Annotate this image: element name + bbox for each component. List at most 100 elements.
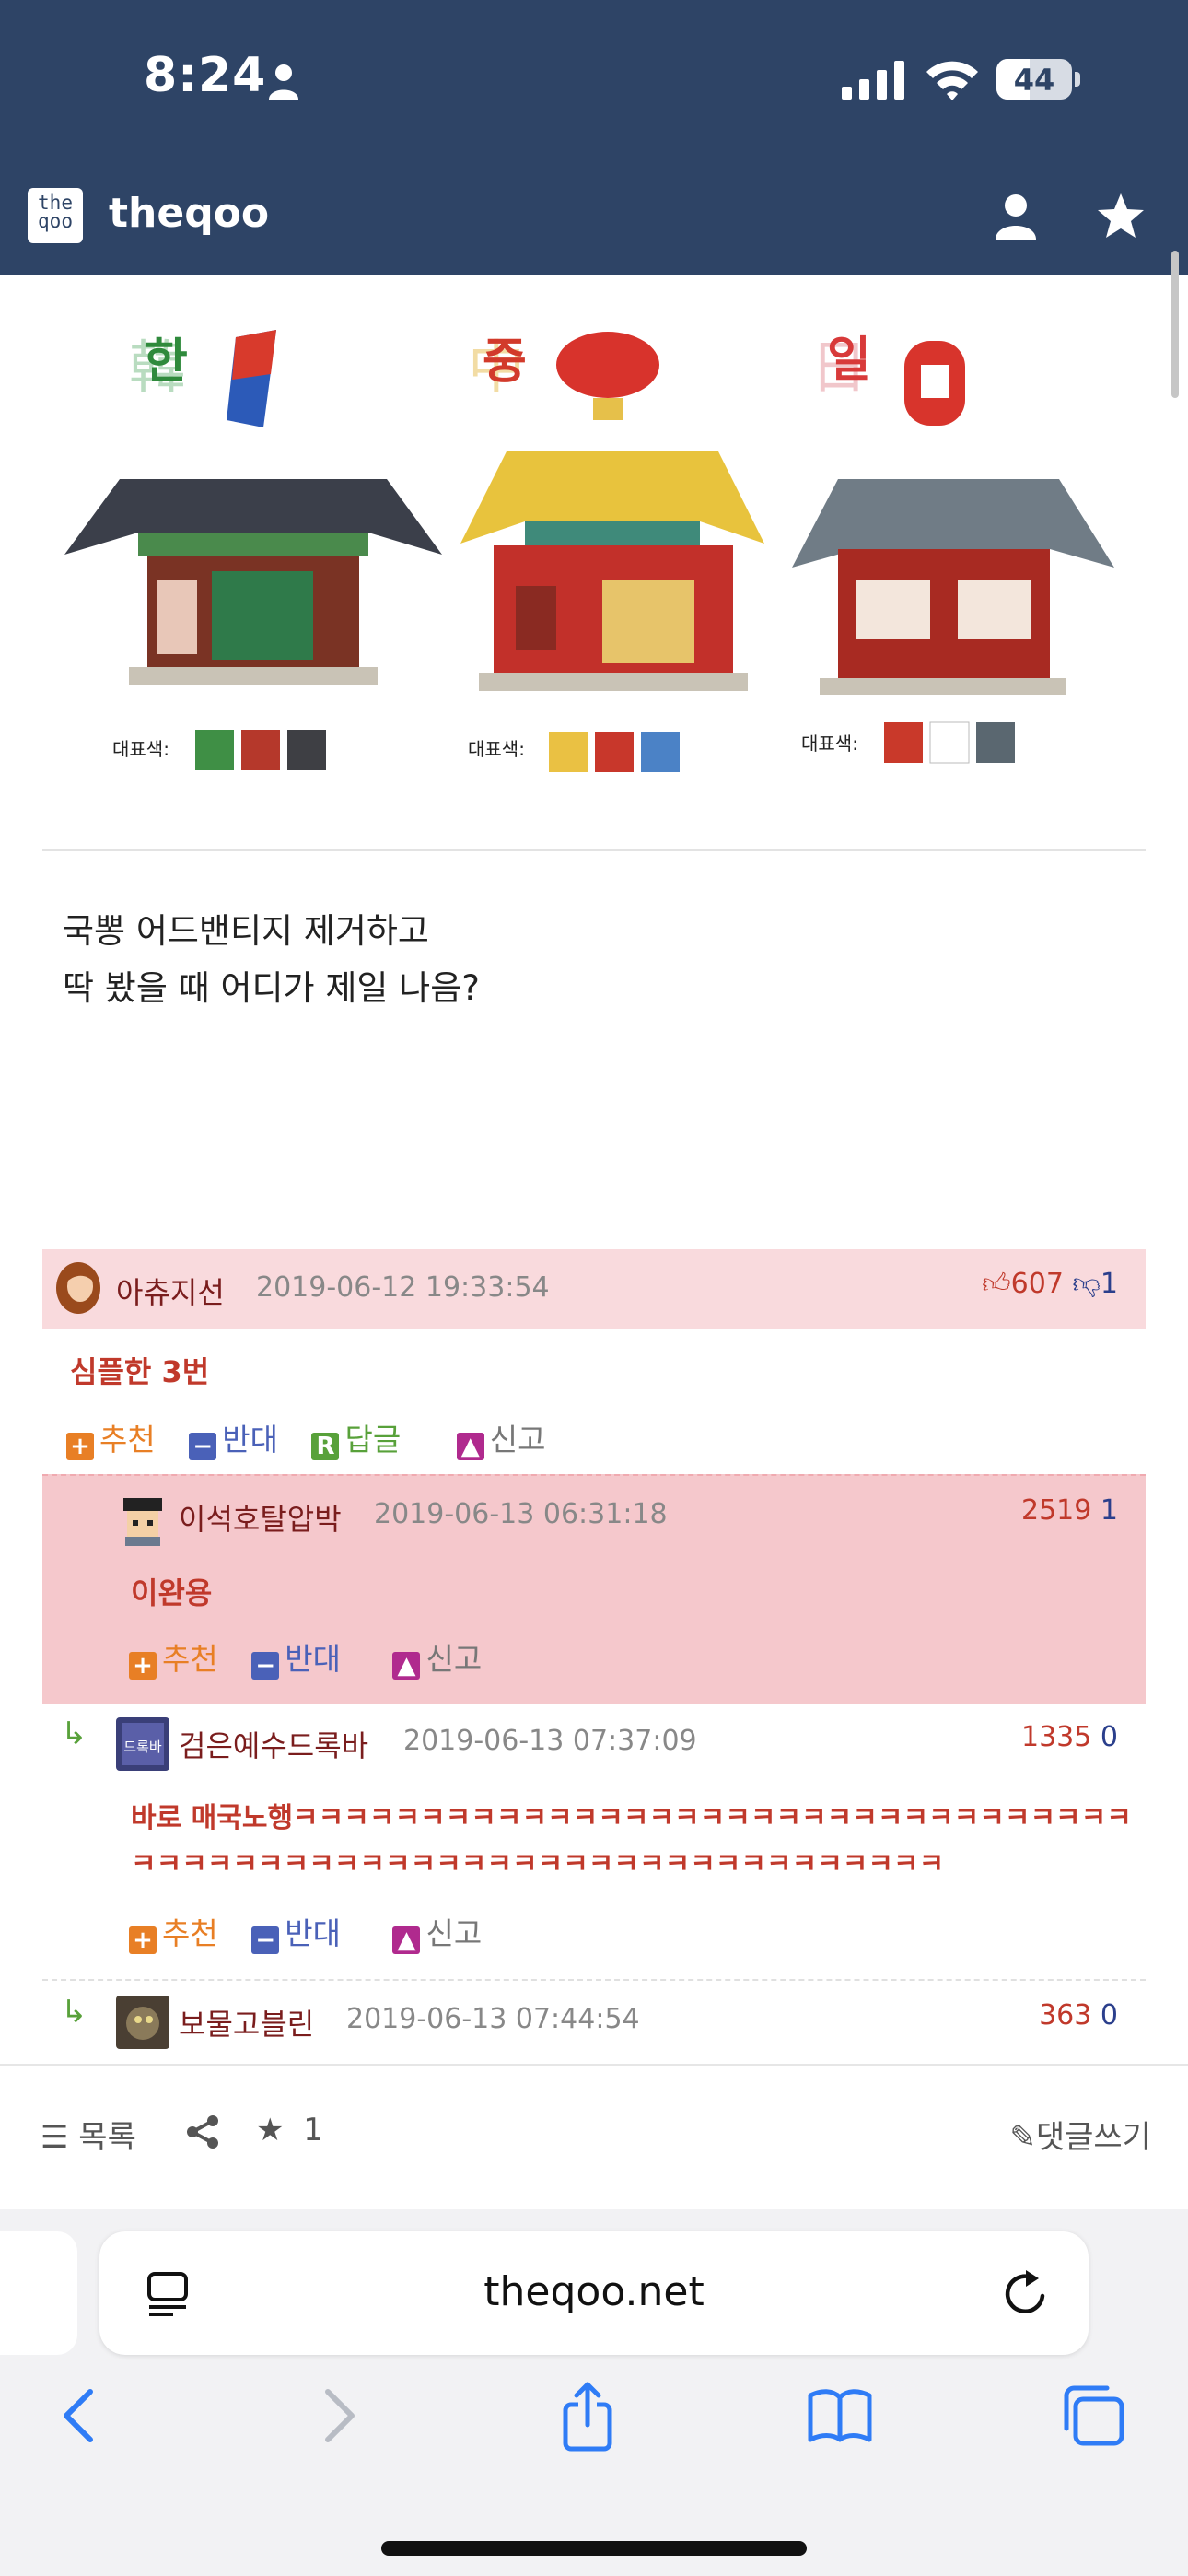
comment-votes: 👍︎607 👎︎1 bbox=[982, 1268, 1118, 1301]
tabs-icon[interactable] bbox=[1057, 2379, 1131, 2453]
content-divider bbox=[42, 849, 1146, 851]
comment-item: ↳ 보물고블린 2019-06-13 07:44:54 363 0 bbox=[42, 1979, 1146, 2067]
cellular-signal-icon bbox=[842, 61, 904, 100]
user-avatar[interactable] bbox=[116, 1493, 169, 1546]
bookmarks-icon[interactable] bbox=[803, 2379, 877, 2453]
comment-author[interactable]: 보물고블린 bbox=[179, 2001, 314, 2043]
comment-actions: + 추천 − 반대 ▲ 신고 bbox=[129, 1909, 506, 1954]
comment-body: 이완용 bbox=[131, 1575, 213, 1610]
alarm-icon: ▲ bbox=[392, 1926, 421, 1954]
site-logo[interactable]: the qoo bbox=[28, 188, 83, 243]
report-button[interactable]: ▲ 신고 bbox=[392, 1634, 482, 1680]
address-bar[interactable]: theqoo.net bbox=[99, 2231, 1089, 2355]
chinese-house-figure: 中 중 bbox=[460, 332, 764, 691]
list-icon: ☰ bbox=[41, 2119, 69, 2156]
share-icon[interactable] bbox=[551, 2379, 624, 2453]
comment-item: ↳ 드록바 검은예수드록바 2019-06-13 07:37:09 1335 0… bbox=[42, 1703, 1146, 1979]
pencil-icon: ✎ bbox=[1009, 2119, 1036, 2156]
reply-arrow-icon: ↳ bbox=[61, 1715, 87, 1752]
user-icon[interactable] bbox=[995, 193, 1037, 240]
legend-color-swatch bbox=[287, 730, 326, 770]
downvote-count: 1 bbox=[1100, 1494, 1118, 1527]
legend-color-swatch bbox=[929, 721, 970, 764]
recommend-button[interactable]: + 추천 bbox=[129, 1634, 218, 1680]
downvote-count: 1 bbox=[1100, 1268, 1118, 1300]
plus-icon: + bbox=[129, 1652, 157, 1680]
oppose-button[interactable]: − 반대 bbox=[251, 1634, 341, 1680]
write-comment-button[interactable]: ✎댓글쓰기 bbox=[1009, 2112, 1151, 2157]
wifi-icon bbox=[926, 61, 978, 100]
clock: 8:24 bbox=[144, 48, 267, 103]
legend-color-swatch bbox=[241, 730, 280, 770]
home-indicator[interactable] bbox=[381, 2541, 807, 2556]
legend-label: 대표색: bbox=[112, 738, 169, 760]
alarm-icon: ▲ bbox=[456, 1433, 484, 1460]
logo-text-top: the bbox=[38, 192, 73, 214]
oppose-button[interactable]: − 반대 bbox=[189, 1415, 278, 1460]
upvote-count: 1335 bbox=[1021, 1721, 1092, 1753]
upvote-count: 2519 bbox=[1021, 1494, 1092, 1527]
favorite-button[interactable]: ★ 1 bbox=[256, 2112, 323, 2149]
user-avatar[interactable] bbox=[52, 1260, 105, 1314]
battery-tip bbox=[1075, 72, 1080, 87]
downvote-count: 0 bbox=[1100, 1721, 1118, 1753]
legend-label: 대표색: bbox=[468, 738, 525, 760]
comment-list: 아츄지선 2019-06-12 19:33:54 👍︎607 👎︎1 심플한 3… bbox=[42, 1249, 1146, 2067]
forward-icon[interactable] bbox=[300, 2379, 374, 2453]
back-icon[interactable] bbox=[44, 2379, 118, 2453]
board-toolbar: ☰ 목록 ★ 1 ✎댓글쓰기 bbox=[0, 2064, 1188, 2211]
reply-arrow-icon: ↳ bbox=[61, 1994, 87, 2031]
write-comment-label: 댓글쓰기 bbox=[1035, 2119, 1151, 2156]
list-button[interactable]: ☰ 목록 bbox=[41, 2112, 136, 2157]
recommend-button[interactable]: + 추천 bbox=[129, 1909, 218, 1954]
battery-indicator: 44 bbox=[996, 59, 1081, 100]
comment-body: 심플한 3번 bbox=[70, 1354, 210, 1389]
legend-color-swatch bbox=[976, 722, 1015, 763]
comment-author[interactable]: 검은예수드록바 bbox=[179, 1723, 368, 1765]
reply-button[interactable]: R 답글 bbox=[311, 1415, 401, 1460]
legend-color-swatch bbox=[595, 732, 634, 772]
reload-icon[interactable] bbox=[1002, 2268, 1050, 2318]
url-text: theqoo.net bbox=[483, 2268, 705, 2315]
japanese-house-figure: 日 일 bbox=[792, 333, 1114, 695]
report-button[interactable]: ▲ 신고 bbox=[392, 1909, 482, 1954]
share-icon[interactable] bbox=[184, 2113, 221, 2150]
thumbs-up-icon: 👍︎ bbox=[982, 1268, 1011, 1300]
avatar-text: 드록바 bbox=[123, 1739, 162, 1755]
upvote-count: 607 bbox=[1010, 1268, 1064, 1300]
user-avatar[interactable]: 드록바 bbox=[116, 1717, 169, 1771]
logo-text-bottom: qoo bbox=[38, 210, 73, 232]
page-scrollbar[interactable] bbox=[1171, 251, 1179, 398]
plus-icon: + bbox=[66, 1433, 94, 1460]
favorite-count: 1 bbox=[303, 2112, 323, 2149]
site-name[interactable]: theqoo bbox=[109, 190, 269, 237]
korean-color-legend: 대표색: bbox=[112, 730, 326, 770]
recommend-button[interactable]: + 추천 bbox=[66, 1415, 156, 1460]
reply-icon: R bbox=[311, 1433, 340, 1460]
post-line: 딱 봤을 때 어디가 제일 나음? bbox=[63, 968, 480, 1008]
person-icon bbox=[269, 64, 298, 100]
upvote-count: 363 bbox=[1039, 1999, 1092, 2032]
plus-icon: + bbox=[129, 1926, 157, 1954]
legend-color-swatch bbox=[549, 732, 588, 772]
comment-date: 2019-06-13 07:44:54 bbox=[346, 2003, 640, 2035]
user-avatar[interactable] bbox=[116, 1996, 169, 2049]
minus-icon: − bbox=[251, 1926, 280, 1954]
oppose-button[interactable]: − 반대 bbox=[251, 1909, 341, 1954]
comment-actions: + 추천 − 반대 R 답글 ▲ 신고 bbox=[66, 1415, 569, 1460]
comment-body: ㅋㅋㅋㅋㅋㅋㅋㅋㅋㅋㅋㅋㅋㅋㅋㅋㅋㅋㅋㅋㅋㅋㅋㅋㅋㅋㅋㅋㅋㅋㅋㅋ bbox=[131, 1848, 945, 1880]
post-line: 국뽕 어드밴티지 제거하고 bbox=[63, 911, 429, 951]
previous-tab-preview[interactable] bbox=[0, 2231, 77, 2355]
thumbs-down-icon: 👎︎ bbox=[1072, 1268, 1101, 1300]
star-icon[interactable] bbox=[1096, 192, 1146, 241]
comment-votes: 363 0 bbox=[1039, 1999, 1118, 2032]
comment-author[interactable]: 이석호탈압박 bbox=[179, 1496, 342, 1539]
chinese-title: 중 bbox=[483, 334, 527, 390]
safari-toolbar: theqoo.net bbox=[0, 2209, 1188, 2576]
comment-author[interactable]: 아츄지선 bbox=[116, 1270, 225, 1312]
report-button[interactable]: ▲ 신고 bbox=[456, 1415, 545, 1460]
minus-icon: − bbox=[189, 1433, 217, 1460]
chinese-color-legend: 대표색: bbox=[468, 732, 680, 772]
comment-date: 2019-06-12 19:33:54 bbox=[256, 1271, 550, 1304]
comment-date: 2019-06-13 07:37:09 bbox=[403, 1725, 697, 1757]
